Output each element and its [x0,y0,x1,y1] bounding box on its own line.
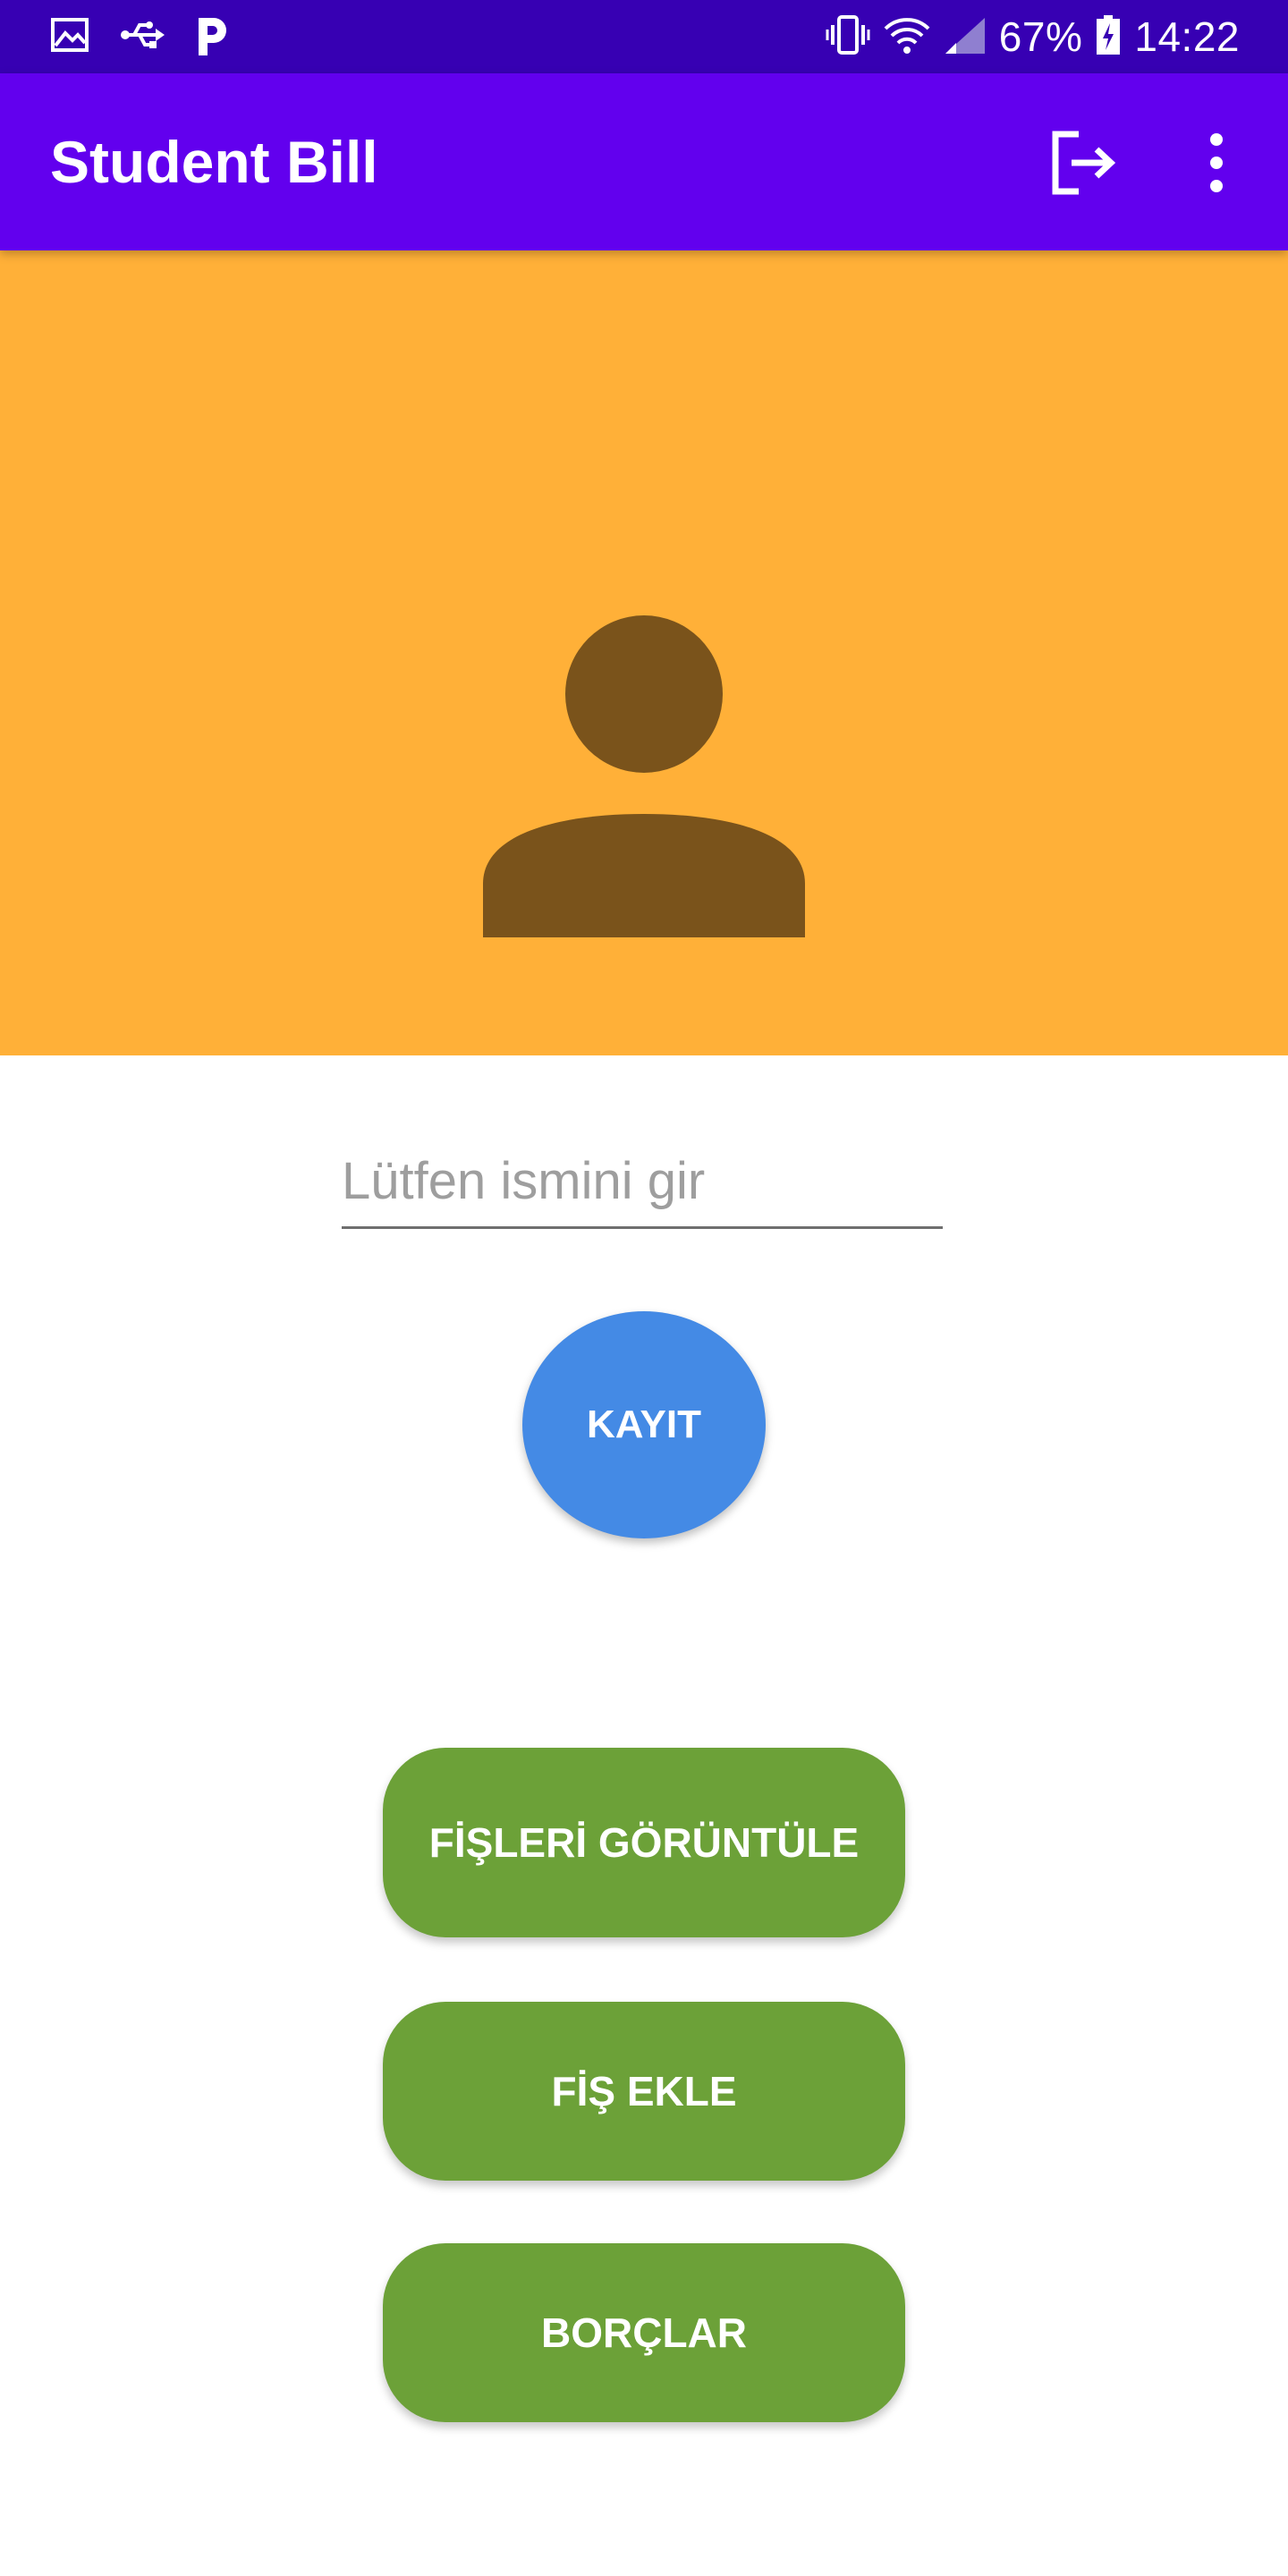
save-button[interactable]: KAYIT [522,1311,766,1538]
wifi-icon [883,14,931,60]
profile-header [0,250,1288,1055]
parking-app-icon [195,14,229,60]
battery-icon [1095,14,1122,60]
person-icon [483,615,805,937]
vibrate-icon [826,14,870,60]
debts-button[interactable]: BORÇLAR [383,2243,905,2422]
status-right-icons: 67% 14:22 [826,13,1240,61]
usb-icon [120,17,165,57]
clock: 14:22 [1134,13,1240,60]
status-left-icons [50,16,229,57]
logout-button[interactable] [1048,127,1120,199]
status-bar: 67% 14:22 [0,0,1288,73]
gallery-icon [50,15,89,59]
app-title: Student Bill [50,129,378,195]
add-receipt-button[interactable]: FİŞ EKLE [383,2002,905,2181]
overflow-menu-button[interactable] [1190,127,1243,199]
name-input[interactable] [342,1136,943,1229]
battery-percent: 67% [998,13,1083,60]
logout-icon [1052,131,1116,195]
more-vert-icon [1210,133,1223,192]
view-receipts-button[interactable]: FİŞLERİ GÖRÜNTÜLE [383,1748,905,1937]
app-bar: Student Bill [0,73,1288,250]
signal-icon [944,14,987,60]
